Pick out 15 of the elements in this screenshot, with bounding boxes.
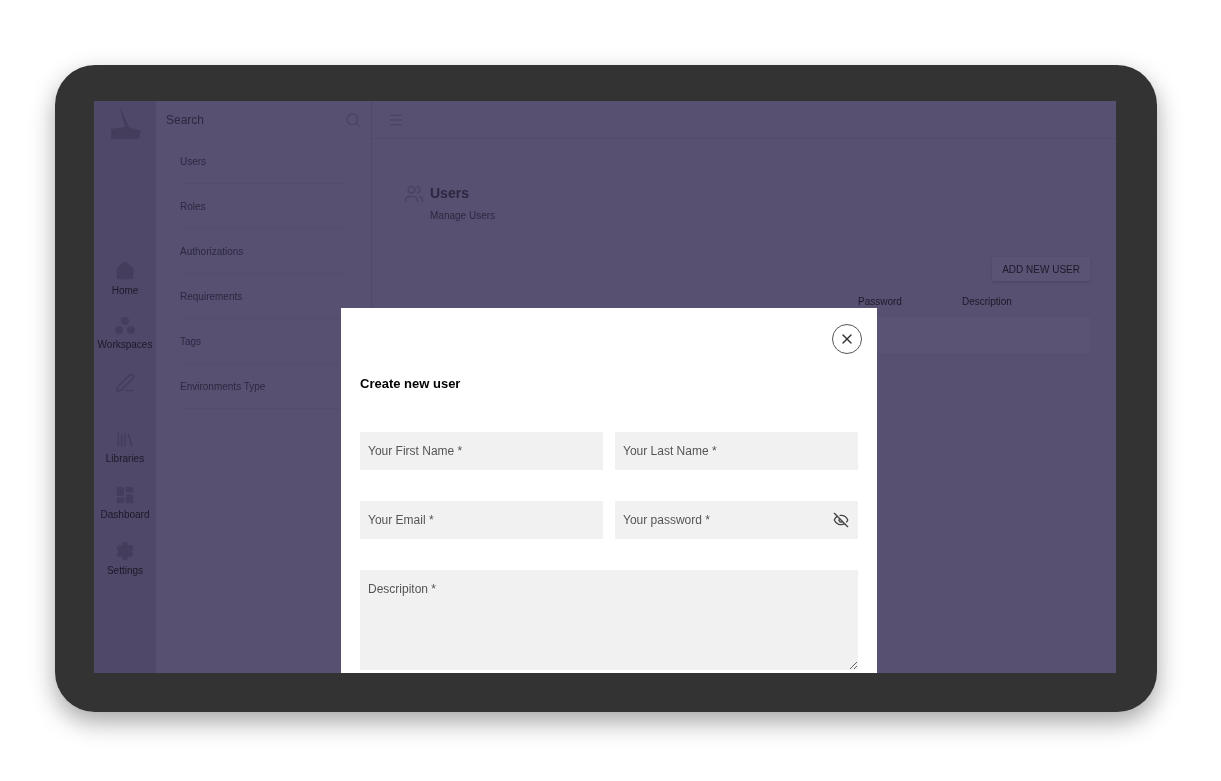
add-user-button[interactable]: ADD NEW USER xyxy=(992,257,1090,281)
nav-label[interactable]: Dashboard xyxy=(100,507,150,522)
input-field[interactable]: Your password * xyxy=(615,500,858,539)
nav-label[interactable]: Home xyxy=(111,283,139,298)
nav-label[interactable]: Libraries xyxy=(105,451,145,466)
description-field[interactable]: Descripiton * xyxy=(360,569,858,670)
input-field[interactable]: Your First Name * xyxy=(360,431,603,470)
input-field[interactable]: Your Last Name * xyxy=(615,431,858,470)
dialog-title: Create new user xyxy=(360,375,462,393)
column-header: Password xyxy=(858,295,902,309)
eye-off-icon[interactable] xyxy=(833,511,849,528)
input-field[interactable]: Your Email * xyxy=(360,500,603,539)
column-header: Description xyxy=(961,295,1012,309)
nav-label[interactable]: Workspaces xyxy=(97,337,153,352)
nav-label[interactable]: Settings xyxy=(106,563,144,578)
